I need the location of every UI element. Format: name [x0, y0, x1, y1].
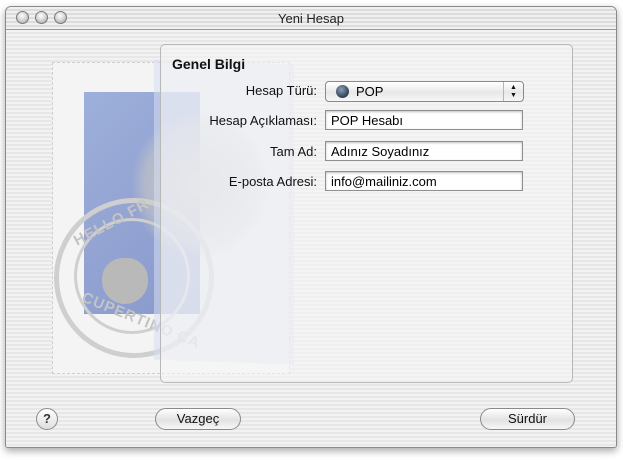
- up-down-arrows-icon: ▲ ▼: [503, 82, 523, 101]
- title-bar: Yeni Hesap: [6, 7, 616, 30]
- window-title: Yeni Hesap: [277, 11, 344, 26]
- account-type-popup[interactable]: POP ▲ ▼: [325, 81, 524, 102]
- account-description-input[interactable]: [325, 110, 523, 130]
- full-name-input[interactable]: [325, 141, 523, 161]
- help-button[interactable]: ?: [36, 408, 58, 430]
- cancel-button[interactable]: Vazgeç: [155, 408, 241, 430]
- email-address-input[interactable]: [325, 171, 523, 191]
- email-address-label: E-posta Adresi:: [228, 174, 317, 189]
- section-title: Genel Bilgi: [172, 56, 246, 72]
- account-type-label: Hesap Türü:: [245, 83, 317, 98]
- apple-logo-icon: [102, 258, 148, 304]
- continue-button[interactable]: Sürdür: [480, 408, 575, 430]
- globe-icon: [336, 85, 349, 98]
- full-name-label: Tam Ad:: [270, 144, 317, 159]
- account-type-value: POP: [356, 84, 384, 99]
- account-description-label: Hesap Açıklaması:: [209, 113, 317, 128]
